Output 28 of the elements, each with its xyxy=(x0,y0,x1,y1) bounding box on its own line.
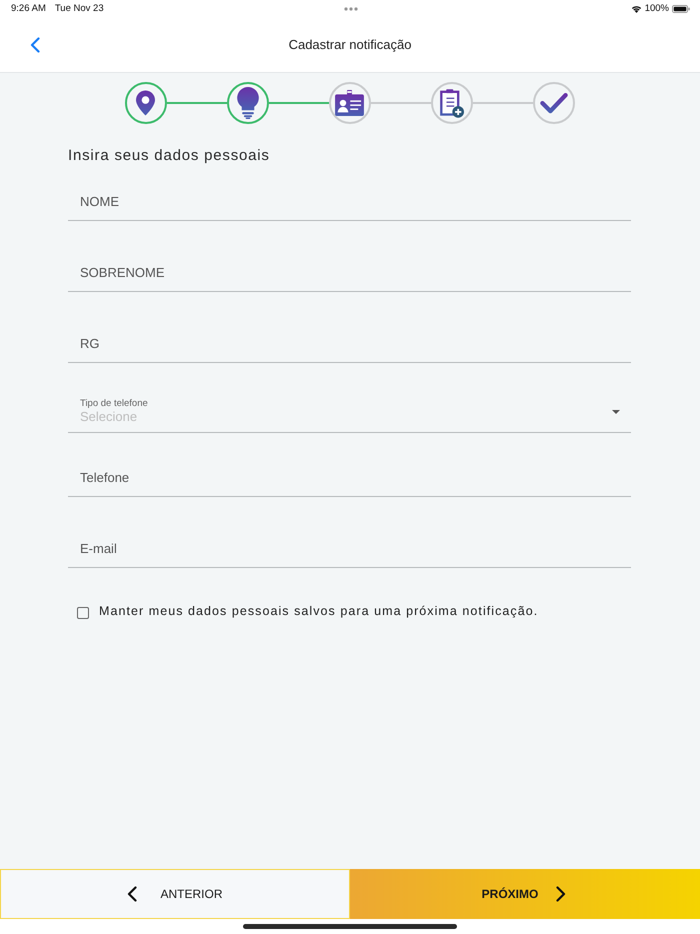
phone-type-select[interactable]: Tipo de telefone Selecione xyxy=(68,392,631,433)
chevron-right-icon xyxy=(556,886,566,902)
form-heading: Insira seus dados pessoais xyxy=(68,147,271,165)
back-chevron-icon xyxy=(30,36,40,52)
previous-button[interactable]: ANTERIOR xyxy=(0,869,350,919)
more-dots-icon xyxy=(344,6,358,10)
checkbox-label: Manter meus dados pessoais salvos para uma próxima notificação. xyxy=(99,603,538,619)
text-input-field[interactable]: Telefone xyxy=(68,455,631,497)
battery-icon xyxy=(672,4,690,12)
chevron-left-icon xyxy=(127,886,138,902)
page-title: Cadastrar notificação xyxy=(288,37,412,52)
text-input-field[interactable]: NOME xyxy=(68,179,631,221)
next-button[interactable]: PRÓXIMO xyxy=(350,869,700,919)
dropdown-caret-icon xyxy=(612,410,620,414)
map-pin-icon xyxy=(136,90,155,116)
status-time: 9:26 AM xyxy=(11,3,46,14)
id-card-icon xyxy=(335,90,364,116)
wifi-icon xyxy=(630,4,642,12)
checkbox[interactable] xyxy=(77,607,89,619)
text-input-field[interactable]: SOBRENOME xyxy=(68,250,631,292)
text-input-field[interactable]: E-mail xyxy=(68,526,631,568)
checkmark-icon xyxy=(540,92,568,114)
text-input-field[interactable]: RG xyxy=(68,321,631,363)
status-date: Tue Nov 23 xyxy=(54,3,104,14)
lightbulb-icon xyxy=(236,87,258,119)
clipboard-plus-icon xyxy=(440,88,464,118)
back-button[interactable] xyxy=(28,34,42,54)
battery-percentage: 100% xyxy=(644,3,669,14)
